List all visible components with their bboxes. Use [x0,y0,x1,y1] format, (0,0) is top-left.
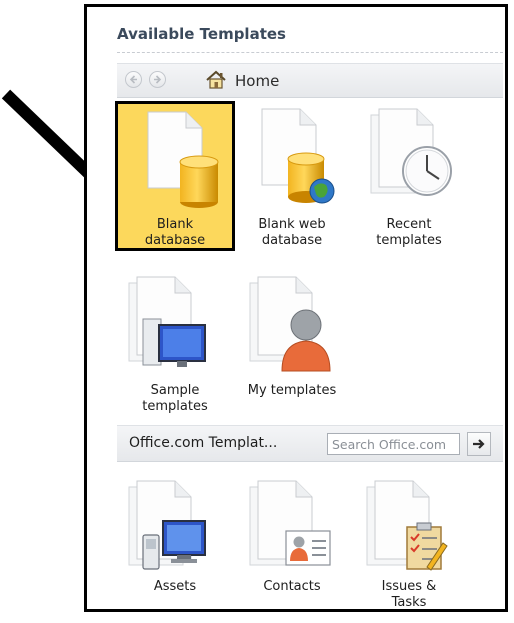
clock-icon [370,108,452,196]
template-issues-tasks[interactable]: Issues & Tasks [349,473,469,623]
back-arrow-icon[interactable] [125,71,142,88]
template-label: My templates [247,383,337,398]
template-recent-templates[interactable]: Recent templates [349,101,469,251]
search-office-input[interactable] [327,433,460,455]
template-assets[interactable]: Assets [115,473,235,623]
template-contacts[interactable]: Contacts [232,473,352,623]
template-my-templates[interactable]: My templates [232,269,352,419]
computer-icon [128,276,206,367]
template-label: Recent templates [376,217,442,248]
template-sample-templates[interactable]: Sample templates [115,269,235,419]
title-divider [117,52,503,53]
checklist-icon [366,480,448,571]
template-label: Sample templates [142,383,208,414]
person-icon [249,276,331,372]
template-label: Contacts [263,579,321,594]
forward-arrow-icon[interactable] [149,71,166,88]
panel-title: Available Templates [117,25,286,43]
template-label: Assets [153,579,197,594]
home-icon[interactable] [205,70,227,90]
template-blank-database[interactable]: Blank database [115,101,235,251]
contact-card-icon [249,480,331,566]
database-icon [147,111,219,208]
search-go-button[interactable] [467,432,491,456]
template-label: Blank web database [258,217,326,248]
web-database-icon [261,108,335,204]
navigation-bar: Home [117,63,503,98]
template-label: Blank database [144,217,206,248]
office-templates-label: Office.com Templat... [129,435,278,451]
office-templates-bar: Office.com Templat... [117,425,503,462]
arrow-right-icon [473,439,485,449]
home-link[interactable]: Home [235,72,279,90]
template-blank-web-database[interactable]: Blank web database [232,101,352,251]
template-label: Issues & Tasks [381,579,437,610]
assets-icon [128,480,206,570]
available-templates-panel: Available Templates Home Blank database … [84,4,508,612]
